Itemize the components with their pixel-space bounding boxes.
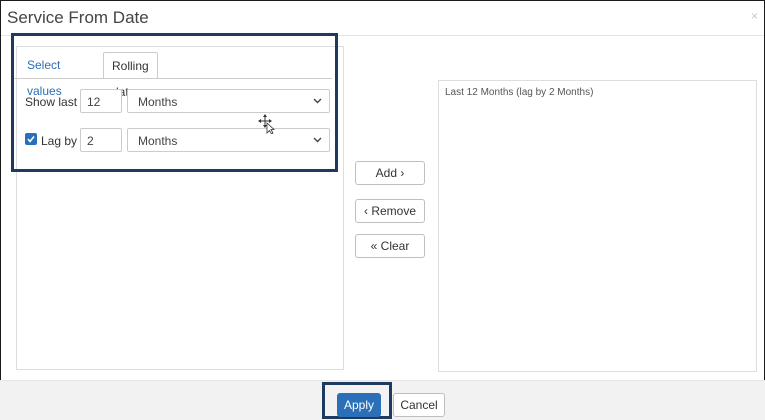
- cancel-button[interactable]: Cancel: [393, 393, 445, 417]
- lag-by-unit-select[interactable]: Months: [127, 128, 330, 152]
- chevron-down-icon: [313, 98, 322, 104]
- selected-values-list[interactable]: Last 12 Months (lag by 2 Months): [438, 80, 757, 372]
- remove-button[interactable]: ‹ Remove: [355, 199, 425, 223]
- apply-button[interactable]: Apply: [337, 393, 381, 417]
- show-last-unit-value: Months: [138, 95, 178, 109]
- lag-by-checkbox[interactable]: [25, 133, 37, 145]
- show-last-label: Show last: [25, 95, 78, 109]
- tab-select-values[interactable]: Select values: [19, 52, 70, 98]
- lag-by-unit-value: Months: [138, 134, 178, 148]
- lag-by-input[interactable]: 2: [80, 128, 122, 152]
- checkmark-icon: [27, 136, 35, 143]
- clear-button[interactable]: « Clear: [355, 234, 425, 258]
- dialog-title: Service From Date: [7, 8, 149, 27]
- lag-by-label: Lag by: [41, 134, 78, 148]
- close-icon[interactable]: ×: [751, 9, 758, 23]
- list-item[interactable]: Last 12 Months (lag by 2 Months): [445, 87, 593, 98]
- dialog-header: Service From Date ×: [1, 1, 764, 36]
- chevron-down-icon: [313, 137, 322, 143]
- show-last-input[interactable]: 12: [80, 89, 122, 113]
- add-button[interactable]: Add ›: [355, 161, 425, 185]
- show-last-unit-select[interactable]: Months: [127, 89, 330, 113]
- tab-rolling-date[interactable]: Rolling date: [103, 52, 158, 99]
- tab-divider: [14, 78, 332, 79]
- move-cursor-icon: [258, 114, 276, 134]
